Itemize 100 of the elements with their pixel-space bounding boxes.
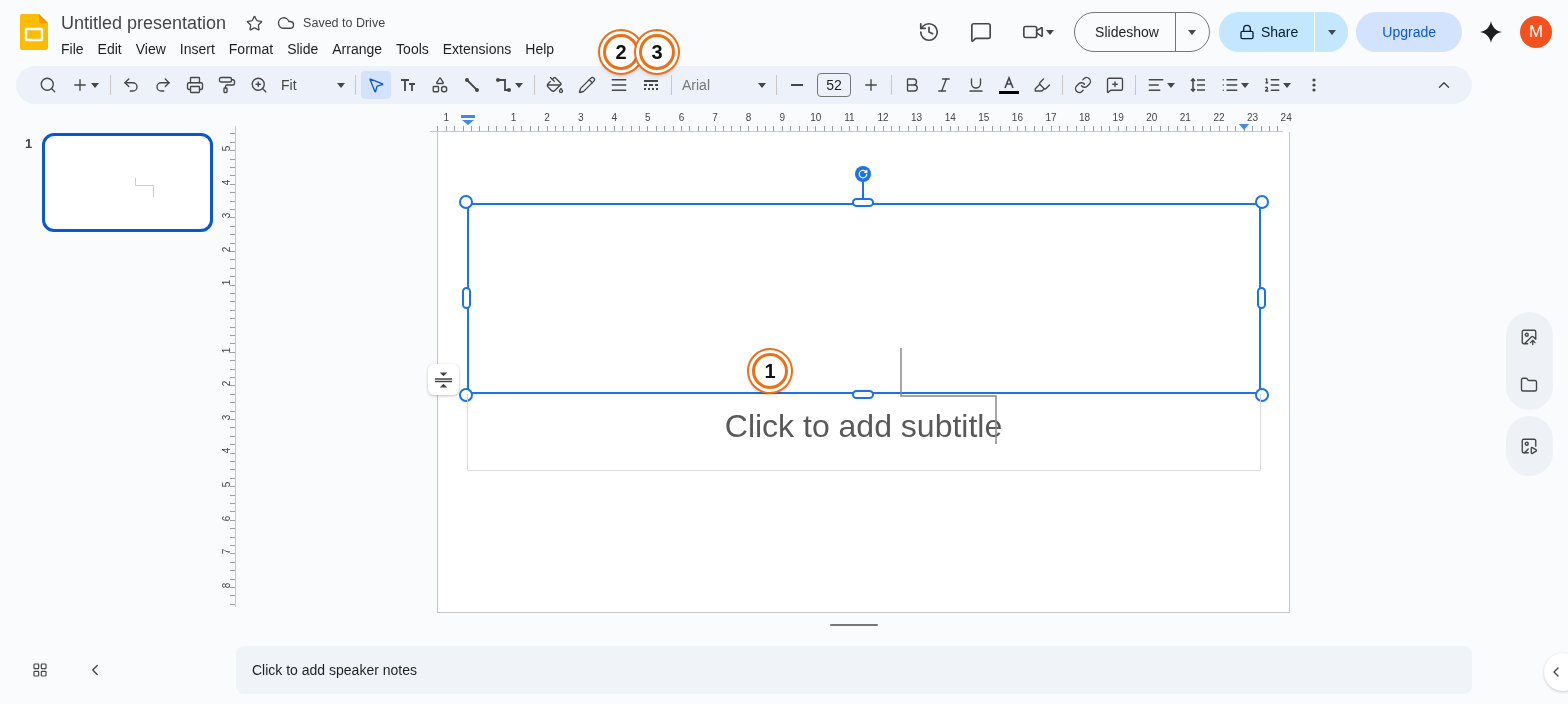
resize-handle[interactable]	[1256, 287, 1266, 309]
ruler-label: 22	[1212, 112, 1226, 123]
plus-icon	[71, 76, 89, 94]
title-placeholder-box[interactable]	[466, 203, 1261, 394]
text-box-icon	[399, 76, 417, 94]
grid-icon	[32, 662, 48, 678]
ruler-label: 24	[1279, 112, 1293, 123]
paint-bucket-icon	[546, 76, 564, 94]
pointer-icon	[367, 76, 385, 94]
ruler-label: 1	[220, 346, 233, 353]
resize-handle[interactable]	[1254, 195, 1269, 209]
menu-item[interactable]: Slide	[280, 39, 326, 58]
cloud-icon	[277, 14, 296, 32]
rotate-icon	[857, 169, 868, 179]
lock-icon	[1238, 24, 1255, 40]
slide-number: 1	[25, 136, 33, 151]
ruler-label: 14	[943, 112, 957, 123]
caret-icon	[1046, 29, 1055, 35]
comment-icon	[970, 21, 993, 43]
vertical-align-button[interactable]	[427, 364, 459, 395]
ruler-label: 1	[509, 112, 518, 123]
menu-item[interactable]: Edit	[90, 39, 129, 58]
ruler-label: 9	[778, 112, 786, 123]
resize-handle[interactable]	[458, 195, 473, 209]
caret-icon	[1241, 82, 1249, 88]
slide-thumbnail[interactable]	[42, 133, 214, 232]
resize-handle[interactable]	[458, 388, 473, 402]
resize-handle[interactable]	[851, 390, 874, 399]
line-spacing-icon	[1189, 76, 1207, 94]
ruler-label: 21	[1178, 112, 1192, 123]
subtitle-placeholder-box[interactable]: Click to add subtitle	[466, 394, 1261, 471]
font-dropdown[interactable]: Arial	[676, 71, 772, 99]
rotate-handle[interactable]	[854, 166, 871, 182]
shapes-icon	[431, 76, 449, 94]
ruler-label: 5	[644, 112, 652, 123]
history-icon	[918, 21, 941, 43]
menu-item[interactable]: Extensions	[435, 39, 519, 58]
ruler-label: 23	[1246, 112, 1260, 123]
ruler-label: 20	[1145, 112, 1159, 123]
resize-handle[interactable]	[1254, 388, 1269, 402]
menu-item[interactable]: File	[54, 39, 91, 58]
underline-icon	[967, 76, 985, 94]
ruler-label: 7	[711, 112, 719, 123]
indent-marker[interactable]	[1238, 124, 1249, 130]
ruler-label: 4	[610, 112, 619, 123]
ruler-label: 1	[220, 279, 233, 286]
ruler-label: 11	[843, 112, 856, 123]
caret-icon	[337, 82, 345, 88]
menu-item[interactable]: View	[128, 39, 173, 58]
resize-handle[interactable]	[461, 287, 471, 309]
line-icon	[463, 76, 481, 94]
font-size-field[interactable]: 52	[817, 73, 851, 97]
pencil-icon	[578, 76, 596, 94]
search-icon	[39, 76, 57, 94]
resize-handle[interactable]	[851, 198, 874, 207]
speaker-notes-field[interactable]: Click to add speaker notes	[236, 646, 1472, 694]
star-icon	[246, 14, 264, 32]
caret-icon	[515, 82, 523, 88]
upgrade-button[interactable]: Upgrade	[1356, 12, 1462, 52]
ruler-label: 16	[1010, 112, 1024, 123]
document-title[interactable]: Untitled presentation	[61, 12, 233, 34]
sparkle-icon	[1480, 21, 1502, 43]
menu-item[interactable]: Arrange	[325, 39, 390, 58]
align-left-icon	[1147, 76, 1165, 94]
italic-icon	[935, 76, 953, 94]
ruler-label: 3	[220, 211, 233, 219]
menu-item[interactable]: Insert	[172, 39, 222, 58]
redo-icon	[154, 76, 172, 94]
connector-icon	[495, 76, 513, 94]
ruler-label: 8	[744, 112, 753, 123]
ruler-label: 2	[220, 245, 233, 253]
more-icon	[1312, 78, 1316, 92]
ruler-label: 3	[220, 413, 233, 421]
bulleted-list-icon	[1221, 76, 1239, 94]
step-number: 1	[764, 359, 776, 383]
caret-icon	[1188, 29, 1197, 35]
caret-icon	[91, 82, 99, 88]
ruler-label: 4	[220, 178, 233, 185]
ruler-label: 6	[220, 514, 233, 521]
indent-marker[interactable]	[460, 115, 475, 125]
ruler-label: 13	[910, 112, 924, 123]
ruler-label: 1	[442, 112, 451, 123]
guide-drawing	[135, 178, 156, 198]
ruler-label: 4	[220, 447, 233, 454]
menu-item[interactable]: Help	[518, 39, 562, 58]
save-status: Saved to Drive	[303, 16, 386, 30]
subtitle-prompt: Click to add subtitle	[724, 407, 1003, 446]
ruler-label: 5	[220, 144, 233, 152]
ruler-label: 2	[220, 379, 233, 387]
zoom-dropdown[interactable]: Fit	[275, 71, 351, 99]
menu-item[interactable]: Format	[221, 39, 281, 58]
pointer-tool[interactable]	[361, 71, 391, 99]
ruler-label: 8	[220, 581, 233, 588]
ruler-label: 15	[977, 112, 991, 123]
minus-icon	[791, 84, 803, 86]
ruler-label: 10	[809, 112, 823, 123]
plus-icon	[862, 76, 880, 94]
add-comment-icon	[1106, 76, 1124, 94]
menu-item[interactable]: Tools	[389, 39, 436, 58]
caret-icon	[1167, 82, 1175, 88]
